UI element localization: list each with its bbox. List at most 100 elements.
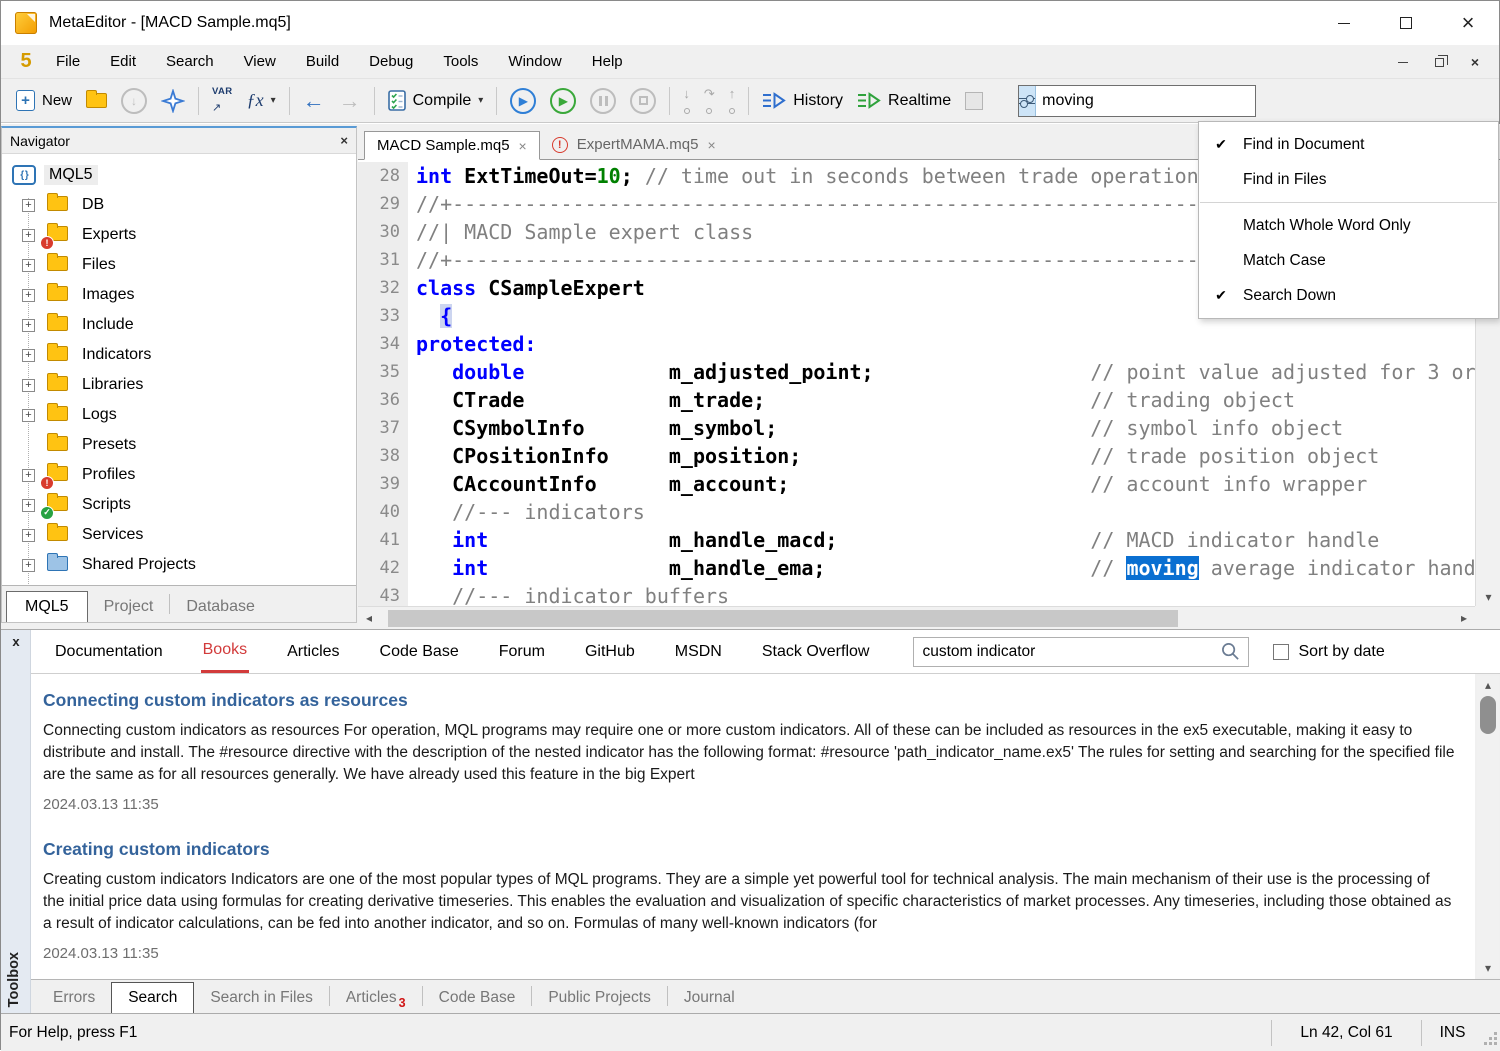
expand-icon[interactable]: + <box>22 559 35 572</box>
tree-item-scripts[interactable]: +✓Scripts <box>2 490 356 520</box>
scroll-down-icon[interactable]: ▾ <box>1477 961 1499 975</box>
menu-view[interactable]: View <box>229 45 291 79</box>
tree-item-db[interactable]: +DB <box>2 190 356 220</box>
expand-icon[interactable]: + <box>22 469 35 482</box>
expand-icon[interactable]: + <box>22 229 35 242</box>
tree-item-profiles[interactable]: +!Profiles <box>2 460 356 490</box>
expand-icon[interactable]: + <box>22 319 35 332</box>
vscroll-thumb[interactable] <box>1480 696 1496 734</box>
expand-icon[interactable]: + <box>22 409 35 422</box>
pause-button[interactable] <box>583 83 623 119</box>
close-button[interactable]: × <box>1437 1 1499 45</box>
bottom-tab-journal[interactable]: Journal <box>668 983 751 1013</box>
fx-dropdown-icon[interactable]: ▾ <box>271 95 276 106</box>
menu-build[interactable]: Build <box>291 45 354 79</box>
expand-icon[interactable]: + <box>22 499 35 512</box>
tree-item-libraries[interactable]: +Libraries <box>2 370 356 400</box>
expand-icon[interactable]: + <box>22 379 35 392</box>
expand-icon[interactable]: + <box>22 349 35 362</box>
mdi-minimize-button[interactable] <box>1389 50 1417 74</box>
bottom-tab-errors[interactable]: Errors <box>37 983 111 1013</box>
editor-hscrollbar[interactable]: ◂ ▸ <box>358 606 1475 629</box>
tree-root-mql5[interactable]: { }MQL5 <box>2 160 356 190</box>
tree-item-experts[interactable]: +!Experts <box>2 220 356 250</box>
expand-icon[interactable]: + <box>22 289 35 302</box>
menu-help[interactable]: Help <box>577 45 638 79</box>
toolbox-tab-code-base[interactable]: Code Base <box>378 632 461 672</box>
tree-item-files[interactable]: +Files <box>2 250 356 280</box>
nav-tab-mql5[interactable]: MQL5 <box>6 591 88 622</box>
editor-tab-expertmama-mq5[interactable]: !ExpertMAMA.mq5× <box>540 130 728 159</box>
expand-icon[interactable]: + <box>22 199 35 212</box>
tab-close-icon[interactable]: × <box>707 137 715 153</box>
result-item[interactable]: Connecting custom indicators as resource… <box>43 690 1455 813</box>
mdi-close-button[interactable]: × <box>1461 50 1489 74</box>
bottom-tab-articles[interactable]: Articles3 <box>330 983 422 1013</box>
minimize-button[interactable] <box>1313 1 1375 45</box>
bottom-tab-search[interactable]: Search <box>111 982 194 1013</box>
bottom-tab-code-base[interactable]: Code Base <box>423 983 532 1013</box>
menu-debug[interactable]: Debug <box>354 45 428 79</box>
scroll-up-icon[interactable]: ▴ <box>1477 678 1499 692</box>
styler-button[interactable] <box>154 83 192 119</box>
toolbox-vscrollbar[interactable]: ▴ ▾ <box>1477 676 1499 977</box>
menu-file[interactable]: File <box>41 45 95 79</box>
menu-item-match-whole-word-only[interactable]: Match Whole Word Only <box>1199 208 1498 243</box>
sort-by-date-control[interactable]: Sort by date <box>1273 643 1384 661</box>
compile-dropdown-icon[interactable]: ▾ <box>478 95 483 106</box>
tree-item-presets[interactable]: Presets <box>2 430 356 460</box>
toolbox-search-icon[interactable] <box>1221 642 1240 661</box>
menu-window[interactable]: Window <box>493 45 576 79</box>
toolbox-close-button[interactable]: x <box>1 634 31 649</box>
bottom-tab-search-in-files[interactable]: Search in Files <box>194 983 329 1013</box>
toolbox-tab-msdn[interactable]: MSDN <box>673 632 724 672</box>
insert-variable-button[interactable]: VAR↗ <box>205 83 240 119</box>
tree-item-include[interactable]: +Include <box>2 310 356 340</box>
open-folder-button[interactable] <box>79 83 114 119</box>
navigate-back-button[interactable]: ← <box>296 83 332 119</box>
toolbox-tab-documentation[interactable]: Documentation <box>53 632 165 672</box>
toolbox-tab-books[interactable]: Books <box>201 630 249 673</box>
search-input[interactable] <box>1036 92 1255 110</box>
insert-function-button[interactable]: ƒx ▾ <box>240 83 283 119</box>
hscroll-thumb[interactable] <box>388 610 1178 627</box>
menu-item-find-in-files[interactable]: Find in Files <box>1199 162 1498 197</box>
step-over-button[interactable]: ↷ <box>697 83 722 119</box>
result-title[interactable]: Creating custom indicators <box>43 839 1455 860</box>
toolbox-tab-forum[interactable]: Forum <box>497 632 547 672</box>
compile-button[interactable]: Compile ▾ <box>381 83 491 119</box>
mdi-restore-button[interactable] <box>1425 50 1453 74</box>
menu-edit[interactable]: Edit <box>95 45 151 79</box>
resize-grip[interactable] <box>1483 1033 1497 1047</box>
tree-item-services[interactable]: +Services <box>2 520 356 550</box>
history-button[interactable]: History <box>755 83 850 119</box>
new-button[interactable]: + New <box>9 83 79 119</box>
nav-tab-database[interactable]: Database <box>170 592 271 622</box>
tree-item-logs[interactable]: +Logs <box>2 400 356 430</box>
navigator-close-button[interactable]: × <box>340 133 348 148</box>
expand-icon[interactable]: + <box>22 529 35 542</box>
menu-search[interactable]: Search <box>151 45 229 79</box>
toolbox-tab-github[interactable]: GitHub <box>583 632 637 672</box>
maximize-button[interactable] <box>1375 1 1437 45</box>
toolbox-tab-stack-overflow[interactable]: Stack Overflow <box>760 632 872 672</box>
scroll-right-icon[interactable]: ▸ <box>1453 611 1475 625</box>
scroll-down-icon[interactable]: ▾ <box>1476 590 1500 604</box>
bottom-tab-public-projects[interactable]: Public Projects <box>532 983 667 1013</box>
tree-item-shared-projects[interactable]: +Shared Projects <box>2 550 356 580</box>
debug-history-button[interactable]: ▶ <box>503 83 543 119</box>
menu-item-find-in-document[interactable]: ✔Find in Document <box>1199 127 1498 162</box>
menu-tools[interactable]: Tools <box>428 45 493 79</box>
result-title[interactable]: Connecting custom indicators as resource… <box>43 690 1455 711</box>
nav-tab-project[interactable]: Project <box>88 592 170 622</box>
navigate-forward-button[interactable]: → <box>332 83 368 119</box>
toolbox-tab-articles[interactable]: Articles <box>285 632 341 672</box>
menu-item-search-down[interactable]: ✔Search Down <box>1199 278 1498 313</box>
step-into-button[interactable]: ↓ <box>676 83 697 119</box>
download-button[interactable]: ↓ <box>114 83 154 119</box>
editor-tab-macd-sample-mq5[interactable]: MACD Sample.mq5× <box>364 131 540 160</box>
layout-toggle-button[interactable] <box>958 83 990 119</box>
stop-button[interactable] <box>623 83 663 119</box>
sort-by-date-checkbox[interactable] <box>1273 644 1289 660</box>
tree-item-indicators[interactable]: +Indicators <box>2 340 356 370</box>
